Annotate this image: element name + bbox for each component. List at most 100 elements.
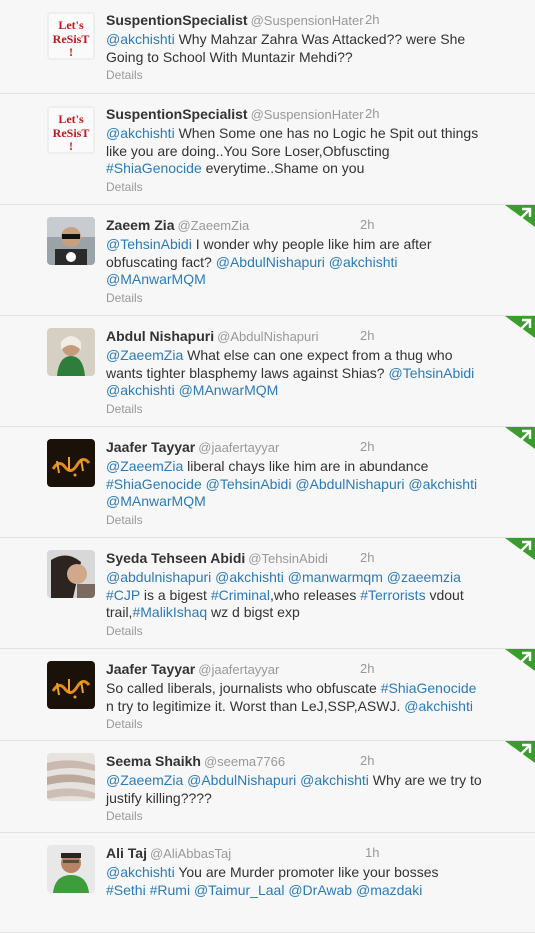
hashtag-shiagenocide[interactable]: #ShiaGenocide (106, 160, 202, 176)
tweet-text: @akchishti You are Murder promoter like … (106, 864, 523, 899)
author-username[interactable]: @jaafertayyar (198, 440, 279, 455)
man-green-shirt-avatar[interactable] (47, 845, 95, 893)
tweet-timestamp[interactable]: 2h (360, 439, 374, 454)
woman-portrait-avatar[interactable] (47, 550, 95, 598)
tweet-text-line: n try to legitimize it. Worst than LeJ,S… (106, 698, 523, 716)
mention-mazdaki[interactable]: @mazdaki (356, 882, 422, 898)
author-username[interactable]: @jaafertayyar (198, 662, 279, 677)
mention-drawab[interactable]: @DrAwab (288, 882, 352, 898)
tweet[interactable]: Zaeem Zia @ZaeemZia 2h @TehsinAbidi I wonde… (0, 205, 535, 316)
author-fullname[interactable]: SuspentionSpecialist (106, 106, 248, 122)
tweet-timestamp[interactable]: 2h (365, 12, 379, 27)
mention-zaeemzia[interactable]: @zaeemzia (387, 569, 461, 585)
tweet-timestamp[interactable]: 2h (360, 753, 374, 768)
tweet-text-line: @akchishti @MAnwarMQM (106, 382, 523, 400)
mention-abdulnishapuri[interactable]: @AbdulNishapuri (216, 254, 325, 270)
mention-akchishti[interactable]: @akchishti (106, 31, 175, 47)
hashtag-malikishaq[interactable]: #MalikIshaq (132, 604, 207, 620)
hashtag-cjp[interactable]: #CJP (106, 587, 140, 603)
details-link[interactable]: Details (106, 717, 523, 731)
details-link[interactable]: Details (106, 68, 523, 82)
mention-abdulnishapuri[interactable]: @abdulnishapuri (106, 569, 211, 585)
timeline: Let's ReSisT! SuspentionSpecialist @Suspens… (0, 0, 535, 933)
text-segment: justify killing???? (106, 789, 212, 806)
text-segment: Why are we try to (368, 772, 482, 788)
details-link[interactable]: Details (106, 180, 523, 194)
author-fullname[interactable]: Seema Shaikh (106, 753, 201, 769)
hashtag-shiagenocide[interactable]: #ShiaGenocide (106, 476, 202, 492)
mention-zaeemzia[interactable]: @ZaeemZia (106, 772, 183, 788)
tweet-timestamp[interactable]: 2h (360, 328, 374, 343)
mention-manwarmqm[interactable]: @manwarmqm (288, 569, 383, 585)
tweet-timestamp[interactable]: 1h (365, 845, 379, 860)
tweet[interactable]: Let's ReSisT! SuspentionSpecialist @Suspens… (0, 0, 535, 94)
tweet-header: Jaafer Tayyar @jaafertayyar 2h (106, 661, 523, 679)
author-fullname[interactable]: SuspentionSpecialist (106, 12, 248, 28)
mention-manwarmqm[interactable]: @MAnwarMQM (106, 271, 206, 287)
tweet[interactable]: Let's ReSisT! SuspentionSpecialist @Suspens… (0, 94, 535, 205)
woman-green-scarf-avatar[interactable] (47, 328, 95, 376)
tweet[interactable]: Ali Taj @AliAbbasTaj 1h @akchishti You are … (0, 833, 535, 933)
author-fullname[interactable]: Abdul Nishapuri (106, 328, 214, 344)
tweet-text-line: like you are doing..You Sore Loser,Obfus… (106, 143, 523, 161)
hashtag-rumi[interactable]: #Rumi (150, 882, 190, 898)
hashtag-criminal[interactable]: #Criminal (211, 587, 270, 603)
mention-akchishti[interactable]: @akchishti (408, 476, 477, 492)
author-username[interactable]: @seema7766 (204, 754, 285, 769)
author-fullname[interactable]: Syeda Tehseen Abidi (106, 550, 245, 566)
author-fullname[interactable]: Ali Taj (106, 845, 147, 861)
fabric-avatar[interactable] (47, 753, 95, 801)
author-fullname[interactable]: Jaafer Tayyar (106, 661, 195, 677)
author-username[interactable]: @ZaeemZia (177, 218, 249, 233)
tweet-timestamp[interactable]: 2h (365, 106, 379, 121)
mention-tehsinabidi[interactable]: @TehsinAbidi (388, 365, 474, 381)
mention-akchishti[interactable]: @akchishti (106, 382, 175, 398)
details-link[interactable]: Details (106, 402, 523, 416)
tweet-timestamp[interactable]: 2h (360, 661, 374, 676)
details-link[interactable]: Details (106, 624, 523, 638)
details-link[interactable]: Details (106, 291, 523, 305)
mention-manwarmqm[interactable]: @MAnwarMQM (179, 382, 279, 398)
author-fullname[interactable]: Zaeem Zia (106, 217, 174, 233)
man-sunglasses-avatar[interactable] (47, 217, 95, 265)
author-username[interactable]: @TehsinAbidi (248, 551, 328, 566)
tweet[interactable]: Jaafer Tayyar @jaafertayyar 2h So called li… (0, 649, 535, 741)
mention-akchishti[interactable]: @akchishti (329, 254, 398, 270)
mention-taimur-laal[interactable]: @Taimur_Laal (194, 882, 284, 898)
hashtag-sethi[interactable]: #Sethi (106, 882, 146, 898)
mention-akchishti[interactable]: @akchishti (215, 569, 284, 585)
text-segment: You are Murder promoter like your bosses (174, 864, 439, 880)
tweet[interactable]: Abdul Nishapuri @AbdulNishapuri 2h @ZaeemZi… (0, 316, 535, 427)
mention-akchishti[interactable]: @akchishti (106, 864, 175, 880)
author-username[interactable]: @AliAbbasTaj (150, 846, 231, 861)
tweet[interactable]: Jaafer Tayyar @jaafertayyar 2h @ZaeemZia li… (0, 427, 535, 538)
mention-tehsinabidi[interactable]: @TehsinAbidi (206, 476, 292, 492)
mention-zaeemzia[interactable]: @ZaeemZia (106, 458, 183, 474)
tweet-timestamp[interactable]: 2h (360, 217, 374, 232)
lets-resist-avatar[interactable]: Let's ReSisT! (47, 12, 95, 60)
tweet[interactable]: Syeda Tehseen Abidi @TehsinAbidi 2h @abduln… (0, 538, 535, 649)
mention-abdulnishapuri[interactable]: @AbdulNishapuri (295, 476, 404, 492)
hashtag-shiagenocide[interactable]: #ShiaGenocide (381, 680, 477, 696)
tweet-timestamp[interactable]: 2h (360, 550, 374, 565)
calligraphy-avatar[interactable] (47, 661, 95, 709)
details-link[interactable]: Details (106, 513, 523, 527)
lets-resist-avatar[interactable]: Let's ReSisT! (47, 106, 95, 154)
mention-akchishti[interactable]: @akchishti (106, 125, 175, 141)
author-username[interactable]: @AbdulNishapuri (217, 329, 318, 344)
tweet-text: @akchishti Why Mahzar Zahra Was Attacked… (106, 31, 523, 66)
mention-akchishti[interactable]: @akchishti (300, 772, 369, 788)
author-fullname[interactable]: Jaafer Tayyar (106, 439, 195, 455)
mention-akchishti[interactable]: @akchishti (404, 698, 473, 714)
tweet-text-line: So called liberals, journalists who obfu… (106, 680, 523, 698)
mention-manwarmqm[interactable]: @MAnwarMQM (106, 493, 206, 509)
author-username[interactable]: @SuspensionHater (251, 13, 364, 28)
mention-zaeemzia[interactable]: @ZaeemZia (106, 347, 183, 363)
tweet[interactable]: Seema Shaikh @seema7766 2h @ZaeemZia @Abdul… (0, 741, 535, 833)
hashtag-terrorists[interactable]: #Terrorists (360, 587, 425, 603)
calligraphy-avatar[interactable] (47, 439, 95, 487)
author-username[interactable]: @SuspensionHater (251, 107, 364, 122)
mention-abdulnishapuri[interactable]: @AbdulNishapuri (187, 772, 296, 788)
mention-tehsinabidi[interactable]: @TehsinAbidi (106, 236, 192, 252)
details-link[interactable]: Details (106, 809, 523, 823)
